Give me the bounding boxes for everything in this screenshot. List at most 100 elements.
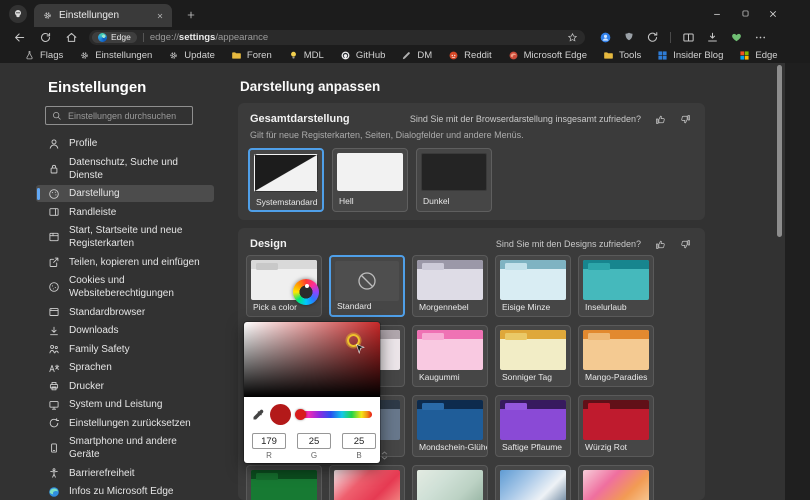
rotate-icon[interactable] (646, 31, 659, 44)
favorite-star-icon[interactable] (567, 32, 578, 43)
design-theme-standard[interactable]: Standard (329, 255, 405, 317)
design-theme-label: Morgennebel (419, 302, 469, 312)
refresh-icon[interactable] (39, 31, 52, 44)
sidebar-item-barrierefreiheit[interactable]: Barrierefreiheit (36, 465, 214, 482)
green-value-input[interactable] (297, 433, 331, 449)
thumbs-down-icon[interactable] (680, 239, 691, 250)
sidebar-item-randleiste[interactable]: Randleiste (36, 204, 214, 221)
feedback-question: Sind Sie mit den Designs zufrieden? (495, 239, 641, 249)
toolbar-right-icons (599, 31, 767, 44)
bookmark-einstellungen[interactable]: Einstellungen (79, 50, 152, 61)
thumbs-up-icon[interactable] (655, 239, 666, 250)
downloads-icon[interactable] (706, 31, 719, 44)
design-theme-tile-15[interactable] (246, 465, 322, 500)
browser-tab-einstellungen[interactable]: Einstellungen (34, 4, 172, 27)
bookmark-reddit[interactable]: Reddit (448, 50, 492, 61)
hue-slider[interactable] (295, 409, 372, 420)
split-screen-icon[interactable] (682, 31, 695, 44)
search-input[interactable] (68, 110, 183, 121)
sidebar-item-sprachen[interactable]: Sprachen (36, 359, 214, 376)
color-gradient-field[interactable] (244, 322, 380, 397)
bookmark-github[interactable]: GitHub (340, 50, 385, 61)
sidebar-item-datenschutz-suche-und-dienste[interactable]: Datenschutz, Suche und Dienste (36, 154, 214, 184)
design-theme-label: Sonniger Tag (502, 372, 552, 382)
design-theme-mango-paradies[interactable]: Mango-Paradies (578, 325, 654, 387)
sidebar-item-einstellungen-zurücksetzen[interactable]: Einstellungen zurücksetzen (36, 415, 214, 432)
bookmark-update[interactable]: Update (168, 50, 215, 61)
address-bar[interactable]: Edge edge://settings/appearance (89, 29, 585, 45)
section-gesamtdarstellung: Gesamtdarstellung Sind Sie mit der Brows… (238, 103, 705, 220)
sidebar-item-drucker[interactable]: Drucker (36, 378, 214, 395)
tab-close-icon[interactable] (156, 12, 164, 20)
design-theme-kaugummi[interactable]: Kaugummi (412, 325, 488, 387)
back-icon[interactable] (13, 31, 26, 44)
bookmark-edge[interactable]: Edge (739, 50, 778, 61)
sidebar-item-standardbrowser[interactable]: Standardbrowser (36, 304, 214, 321)
sidebar-item-family-safety[interactable]: Family Safety (36, 341, 214, 358)
bookmark-mdl[interactable]: MDL (288, 50, 324, 61)
maximize-button[interactable] (731, 0, 759, 27)
lock-icon (48, 163, 60, 175)
sidebar-item-downloads[interactable]: Downloads (36, 322, 214, 339)
sidebar-item-label: Darstellung (69, 188, 120, 199)
url-text[interactable]: edge://settings/appearance (150, 32, 268, 43)
design-theme-morgennebel[interactable]: Morgennebel (412, 255, 488, 317)
settings-search-box[interactable] (45, 106, 193, 125)
home-icon[interactable] (65, 31, 78, 44)
bookmark-microsoft-edge[interactable]: Microsoft Edge (508, 50, 587, 61)
thumbs-down-icon[interactable] (680, 114, 691, 125)
design-theme-tile-16[interactable] (329, 465, 405, 500)
blue-value-input[interactable] (342, 433, 376, 449)
current-color-swatch (270, 404, 291, 425)
design-theme-tile-17[interactable] (412, 465, 488, 500)
close-button[interactable] (759, 0, 787, 27)
design-theme-saftige-pflaume[interactable]: Saftige Pflaume (495, 395, 571, 457)
page-scrollbar[interactable] (777, 65, 782, 237)
theme-option-systemstandard[interactable]: Systemstandard (248, 148, 324, 212)
sidebar-item-darstellung[interactable]: Darstellung (36, 185, 214, 202)
design-theme-mondschein-glühen[interactable]: Mondschein-Glühen (412, 395, 488, 457)
thumbs-up-icon[interactable] (655, 114, 666, 125)
eyedropper-icon[interactable] (252, 409, 264, 421)
essentials-heart-icon[interactable] (730, 31, 743, 44)
section-title: Gesamtdarstellung (250, 113, 350, 125)
profile-avatar-icon[interactable] (9, 5, 27, 23)
theme-preview (335, 261, 399, 301)
bookmark-insider-blog[interactable]: Insider Blog (657, 50, 723, 61)
design-theme-tile-18[interactable] (495, 465, 571, 500)
theme-option-hell[interactable]: Hell (332, 148, 408, 212)
red-channel-label: R (266, 451, 272, 460)
design-theme-label: Mondschein-Glühen (419, 442, 488, 452)
profile-badge-icon[interactable] (599, 31, 612, 44)
minimize-button[interactable] (703, 0, 731, 27)
design-theme-pick-a-color[interactable]: Pick a color (246, 255, 322, 317)
sidebar-item-profile[interactable]: Profile (36, 135, 214, 152)
bookmark-flags[interactable]: Flags (24, 50, 63, 61)
sidebar-item-start-startseite-und-neue-registerkarten[interactable]: Start, Startseite und neue Registerkarte… (36, 222, 214, 252)
sidebar-item-smartphone-und-andere-geräte[interactable]: Smartphone und andere Geräte (36, 433, 214, 463)
section-subtitle: Gilt für neue Registerkarten, Seiten, Di… (250, 130, 524, 140)
bookmark-tools[interactable]: Tools (603, 50, 641, 61)
design-theme-sonniger-tag[interactable]: Sonniger Tag (495, 325, 571, 387)
shield-icon[interactable] (623, 31, 635, 43)
sidebar-item-cookies-und-websiteberechtigungen[interactable]: Cookies und Websiteberechtigungen (36, 272, 214, 302)
design-theme-inselurlaub[interactable]: Inselurlaub (578, 255, 654, 317)
flask-icon (24, 50, 35, 61)
settings-menu-icon[interactable] (754, 31, 767, 44)
theme-preview (500, 400, 566, 440)
site-chip[interactable]: Edge (92, 31, 137, 43)
bookmark-foren[interactable]: Foren (231, 50, 272, 61)
theme-option-dunkel[interactable]: Dunkel (416, 148, 492, 212)
sidebar-item-system-und-leistung[interactable]: System und Leistung (36, 396, 214, 413)
design-theme-tile-19[interactable] (578, 465, 654, 500)
new-tab-button[interactable] (181, 6, 201, 24)
sidebar-item-infos-zu-microsoft-edge[interactable]: Infos zu Microsoft Edge (36, 483, 214, 500)
hue-slider-knob[interactable] (295, 409, 306, 420)
sidebar-item-teilen-kopieren-und-einfügen[interactable]: Teilen, kopieren und einfügen (36, 254, 214, 271)
bookmark-dm[interactable]: DM (401, 50, 432, 61)
reset-icon (48, 417, 60, 429)
color-mode-spinner-icon[interactable] (381, 451, 388, 460)
design-theme-würzig-rot[interactable]: Würzig Rot (578, 395, 654, 457)
red-value-input[interactable] (252, 433, 286, 449)
design-theme-eisige-minze[interactable]: Eisige Minze (495, 255, 571, 317)
